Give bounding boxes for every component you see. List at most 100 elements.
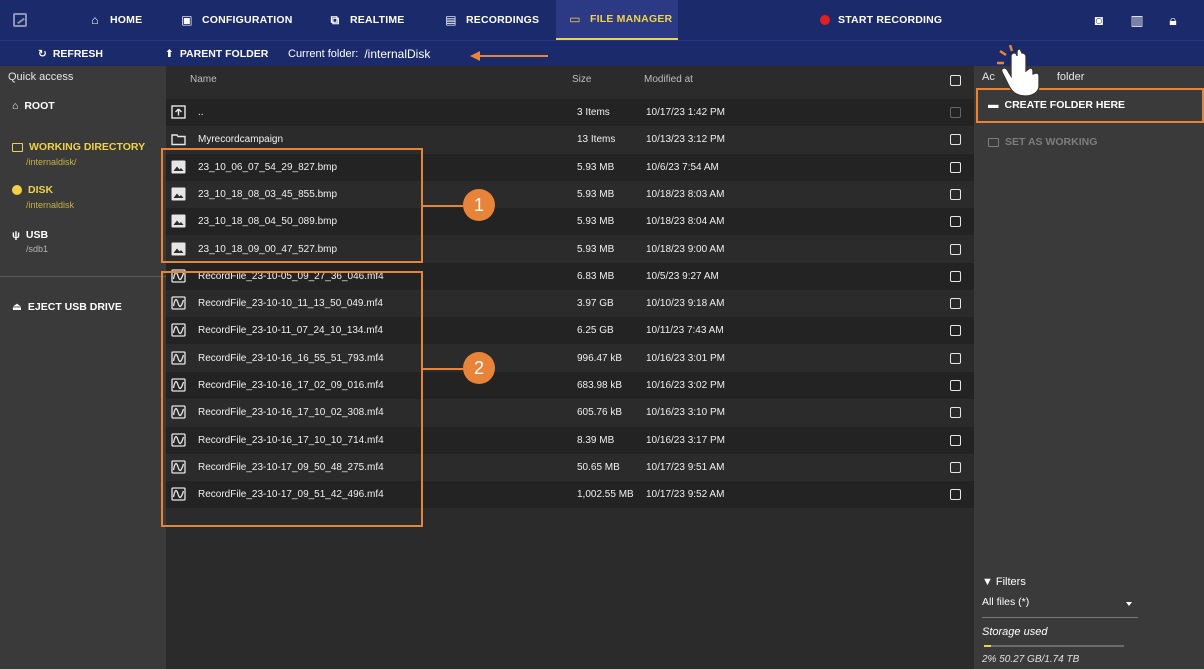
sidebar-item-root[interactable]: ⌂ ROOT [12, 100, 55, 112]
row-checkbox[interactable] [950, 434, 961, 446]
row-checkbox[interactable] [950, 107, 961, 118]
file-size: 683.98 kB [577, 380, 623, 391]
sidebar-item-usb[interactable]: ψ USB [12, 229, 48, 241]
sidebar-item-disk[interactable]: DISK [12, 184, 53, 196]
book-icon[interactable]: ▥ [1128, 11, 1146, 29]
sidebar-item-disk-label: DISK [28, 184, 54, 196]
row-checkbox[interactable] [950, 407, 961, 419]
current-folder-label: Current folder: [288, 48, 359, 60]
row-checkbox[interactable] [950, 298, 961, 310]
current-folder-display: Current folder: /internalDisk [288, 41, 430, 67]
file-modified-date: 10/17/23 9:51 AM [646, 461, 725, 473]
file-name: .. [198, 107, 204, 118]
folder-icon [171, 134, 186, 146]
lock-icon[interactable]: 🔒︎ [1164, 11, 1182, 29]
row-checkbox[interactable] [950, 270, 961, 282]
storage-used-title: Storage used [982, 626, 1048, 638]
file-size: 13 Items [577, 134, 616, 146]
camera-icon[interactable]: ◙ [1090, 11, 1108, 29]
file-size: 996.47 kB [577, 352, 623, 364]
file-size: 6.25 GB [577, 325, 614, 337]
storage-progress-fill [984, 645, 991, 647]
file-modified-date: 10/16/23 3:01 PM [646, 352, 725, 364]
file-modified-date: 10/6/23 7:54 AM [646, 161, 719, 173]
refresh-icon: ↻ [38, 48, 47, 60]
pointing-hand-icon [997, 45, 1040, 97]
working-directory-path: /internaldisk/ [26, 157, 77, 167]
refresh-label: REFRESH [52, 48, 103, 60]
tab-recordings[interactable]: ▤ RECORDINGS [444, 0, 539, 40]
annotation-box-1 [161, 148, 423, 263]
tab-recordings-label: RECORDINGS [466, 14, 540, 26]
row-checkbox[interactable] [950, 489, 961, 501]
annotation-connector-1 [423, 205, 463, 207]
file-size: 5.93 MB [577, 216, 615, 228]
app-logo-icon [13, 13, 27, 27]
annotation-connector-2 [423, 368, 463, 370]
current-folder-path: /internalDisk [364, 47, 431, 61]
app-logo [0, 0, 40, 40]
file-size: 3 Items [577, 107, 610, 118]
column-header-name[interactable]: Name [190, 74, 217, 85]
eject-usb-button[interactable]: ⏏ EJECT USB DRIVE [12, 301, 122, 313]
annotation-callout-1: 1 [463, 189, 495, 221]
top-navigation-bar: ⌂ HOME ▣ CONFIGURATION ⧉ REALTIME ▤ RECO… [0, 0, 1204, 40]
file-modified-date: 10/18/23 8:03 AM [646, 188, 725, 200]
tab-realtime[interactable]: ⧉ REALTIME [328, 0, 405, 40]
file-modified-date: 10/10/23 9:18 AM [646, 298, 725, 310]
row-checkbox[interactable] [950, 325, 961, 337]
eject-icon: ⏏ [12, 301, 22, 313]
quick-access-title: Quick access [8, 71, 74, 83]
annotation-callout-2: 2 [463, 352, 495, 384]
disk-icon [12, 185, 22, 195]
file-modified-date: 10/5/23 9:27 AM [646, 270, 719, 282]
quick-access-sidebar: Quick access ⌂ ROOT WORKING DIRECTORY /i… [0, 66, 166, 669]
start-recording-button[interactable]: START RECORDING [820, 0, 942, 40]
storage-used-text: 2% 50.27 GB/1.74 TB [982, 654, 1080, 665]
sidebar-item-working-directory[interactable]: WORKING DIRECTORY [12, 141, 145, 153]
filter-select-value: All files (*) [982, 596, 1030, 608]
parent-folder-icon: ⬆ [165, 48, 174, 60]
tab-file-manager-label: FILE MANAGER [590, 13, 673, 25]
file-modified-date: 10/16/23 3:10 PM [646, 407, 725, 419]
column-header-modified[interactable]: Modified at [644, 74, 693, 85]
row-checkbox[interactable] [950, 216, 961, 228]
home-icon: ⌂ [91, 13, 99, 27]
refresh-button[interactable]: ↻ REFRESH [38, 41, 103, 67]
file-modified-date: 10/18/23 9:00 AM [646, 243, 725, 255]
file-size: 5.93 MB [577, 243, 615, 255]
select-all-checkbox[interactable] [950, 75, 961, 86]
tab-home[interactable]: ⌂ HOME [88, 0, 142, 40]
tab-home-label: HOME [110, 14, 143, 26]
column-header-size[interactable]: Size [572, 74, 591, 85]
start-recording-label: START RECORDING [838, 14, 943, 26]
file-size: 605.76 kB [577, 407, 623, 419]
file-size: 50.65 MB [577, 461, 620, 473]
file-modified-date: 10/17/23 1:42 PM [646, 107, 725, 118]
sidebar-item-usb-label: USB [25, 229, 49, 241]
tab-configuration[interactable]: ▣ CONFIGURATION [180, 0, 292, 40]
sidebar-item-working-directory-label: WORKING DIRECTORY [29, 141, 146, 153]
row-checkbox[interactable] [950, 461, 961, 473]
row-checkbox[interactable] [950, 161, 961, 173]
row-checkbox[interactable] [950, 352, 961, 364]
tab-file-manager[interactable]: ▭ FILE MANAGER [556, 0, 678, 40]
recordings-icon: ▤ [445, 13, 457, 27]
annotation-box-2 [161, 271, 423, 527]
parent-folder-button[interactable]: ⬆ PARENT FOLDER [165, 41, 268, 67]
row-checkbox[interactable] [950, 243, 961, 255]
file-type-filter-select[interactable]: All files (*) [982, 596, 1138, 618]
chevron-down-icon [1126, 602, 1132, 606]
file-size: 3.97 GB [577, 298, 614, 310]
row-checkbox[interactable] [950, 188, 961, 200]
file-modified-date: 10/18/23 8:04 AM [646, 216, 725, 228]
disk-path: /internaldisk [26, 200, 75, 210]
annotation-arrow-line [478, 55, 548, 57]
row-checkbox[interactable] [950, 380, 961, 391]
filters-label: Filters [995, 576, 1026, 588]
table-row[interactable]: .. 3 Items 10/17/23 1:42 PM [166, 99, 974, 126]
tab-configuration-label: CONFIGURATION [202, 14, 293, 26]
row-checkbox[interactable] [950, 134, 961, 146]
set-as-working-button[interactable]: SET AS WORKING [988, 136, 1097, 148]
home-icon: ⌂ [12, 100, 19, 112]
